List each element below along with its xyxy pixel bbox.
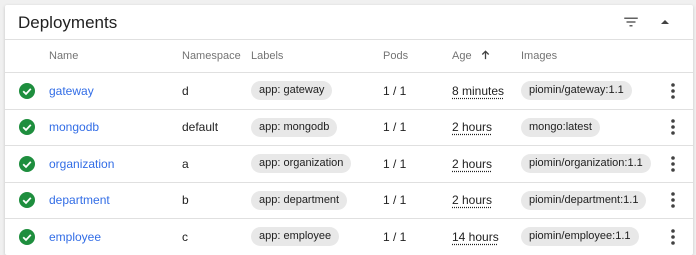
age-value: 2 hours: [452, 156, 493, 171]
images-cell: mongo:latest: [521, 109, 656, 146]
image-chip: piomin/employee:1.1: [521, 227, 639, 247]
table-row: mongodb default app: mongodb 1 / 1 2 hou…: [5, 109, 693, 146]
check-circle-icon: [19, 155, 35, 172]
images-cell: piomin/department:1.1: [521, 182, 656, 219]
namespace-column-header[interactable]: Namespace: [182, 40, 251, 73]
age-column-header[interactable]: Age: [452, 40, 521, 73]
table-header-row: Name Namespace Labels Pods Age Images: [5, 39, 693, 73]
deployment-name-link[interactable]: mongodb: [49, 120, 99, 134]
pods-cell: 1 / 1: [383, 229, 407, 244]
age-cell: 14 hours: [452, 219, 521, 255]
age-column-label: Age: [452, 50, 472, 62]
name-cell: gateway: [49, 73, 182, 110]
image-chip: piomin/organization:1.1: [521, 154, 651, 174]
label-chip: app: department: [251, 190, 348, 210]
more-vert-icon[interactable]: [662, 189, 684, 211]
deployment-name-link[interactable]: gateway: [49, 84, 94, 98]
table-row: gateway d app: gateway 1 / 1 8 minutes p…: [5, 73, 693, 110]
deployments-card: Deployments Name Namespace Labels Pods A…: [5, 5, 693, 255]
card-header: Deployments: [5, 5, 693, 39]
labels-cell: app: gateway: [251, 73, 383, 110]
table-row: organization a app: organization 1 / 1 2…: [5, 146, 693, 183]
namespace-cell: d: [182, 83, 189, 98]
name-cell: organization: [49, 146, 182, 183]
status-cell: [5, 146, 49, 183]
image-chip: piomin/gateway:1.1: [521, 81, 632, 101]
actions-cell: [656, 73, 693, 110]
actions-column-header: [656, 40, 693, 73]
labels-cell: app: department: [251, 182, 383, 219]
filter-list-icon[interactable]: [620, 11, 642, 33]
name-cell: mongodb: [49, 109, 182, 146]
more-vert-icon[interactable]: [662, 116, 684, 138]
namespace-cell: b: [182, 193, 189, 208]
more-vert-icon[interactable]: [662, 80, 684, 102]
check-circle-icon: [19, 192, 35, 209]
image-chip: piomin/department:1.1: [521, 190, 647, 210]
pods-cell: 1 / 1: [383, 120, 407, 135]
namespace-cell: c: [182, 229, 188, 244]
name-column-header[interactable]: Name: [49, 40, 182, 73]
status-cell: [5, 109, 49, 146]
table-row: department b app: department 1 / 1 2 hou…: [5, 182, 693, 219]
age-cell: 2 hours: [452, 146, 521, 183]
age-cell: 2 hours: [452, 109, 521, 146]
label-chip: app: organization: [251, 154, 352, 174]
pods-cell: 1 / 1: [383, 83, 407, 98]
age-cell: 8 minutes: [452, 73, 521, 110]
status-column-header: [5, 40, 49, 73]
expand-less-icon[interactable]: [654, 11, 676, 33]
card-title: Deployments: [18, 13, 118, 32]
label-chip: app: gateway: [251, 81, 333, 101]
namespace-cell: a: [182, 156, 189, 171]
check-circle-icon: [19, 82, 35, 99]
images-cell: piomin/gateway:1.1: [521, 73, 656, 110]
images-cell: piomin/employee:1.1: [521, 219, 656, 255]
labels-column-header: Labels: [251, 50, 284, 62]
check-circle-icon: [19, 228, 35, 245]
age-value: 2 hours: [452, 193, 493, 208]
labels-cell: app: mongodb: [251, 109, 383, 146]
labels-cell: app: employee: [251, 219, 383, 255]
age-value: 2 hours: [452, 120, 493, 135]
name-cell: employee: [49, 219, 182, 255]
images-column-header: Images: [521, 50, 558, 62]
more-vert-icon[interactable]: [662, 153, 684, 175]
pods-column-header: Pods: [383, 50, 409, 62]
table-row: employee c app: employee 1 / 1 14 hours …: [5, 219, 693, 255]
label-chip: app: mongodb: [251, 117, 338, 137]
label-chip: app: employee: [251, 227, 340, 247]
pods-cell: 1 / 1: [383, 156, 407, 171]
namespace-cell: default: [182, 120, 219, 135]
deployment-name-link[interactable]: department: [49, 193, 110, 207]
name-cell: department: [49, 182, 182, 219]
age-value: 8 minutes: [452, 83, 505, 98]
status-cell: [5, 219, 49, 255]
actions-cell: [656, 219, 693, 255]
more-vert-icon[interactable]: [662, 226, 684, 248]
arrow-upward-icon: [480, 49, 491, 63]
deployment-name-link[interactable]: employee: [49, 230, 101, 244]
actions-cell: [656, 109, 693, 146]
status-cell: [5, 182, 49, 219]
images-cell: piomin/organization:1.1: [521, 146, 656, 183]
labels-cell: app: organization: [251, 146, 383, 183]
age-value: 14 hours: [452, 229, 499, 244]
image-chip: mongo:latest: [521, 117, 600, 137]
deployment-name-link[interactable]: organization: [49, 157, 114, 171]
deployments-table: Name Namespace Labels Pods Age Images ga…: [5, 39, 693, 255]
status-cell: [5, 73, 49, 110]
check-circle-icon: [19, 119, 35, 136]
pods-cell: 1 / 1: [383, 193, 407, 208]
age-cell: 2 hours: [452, 182, 521, 219]
actions-cell: [656, 146, 693, 183]
actions-cell: [656, 182, 693, 219]
